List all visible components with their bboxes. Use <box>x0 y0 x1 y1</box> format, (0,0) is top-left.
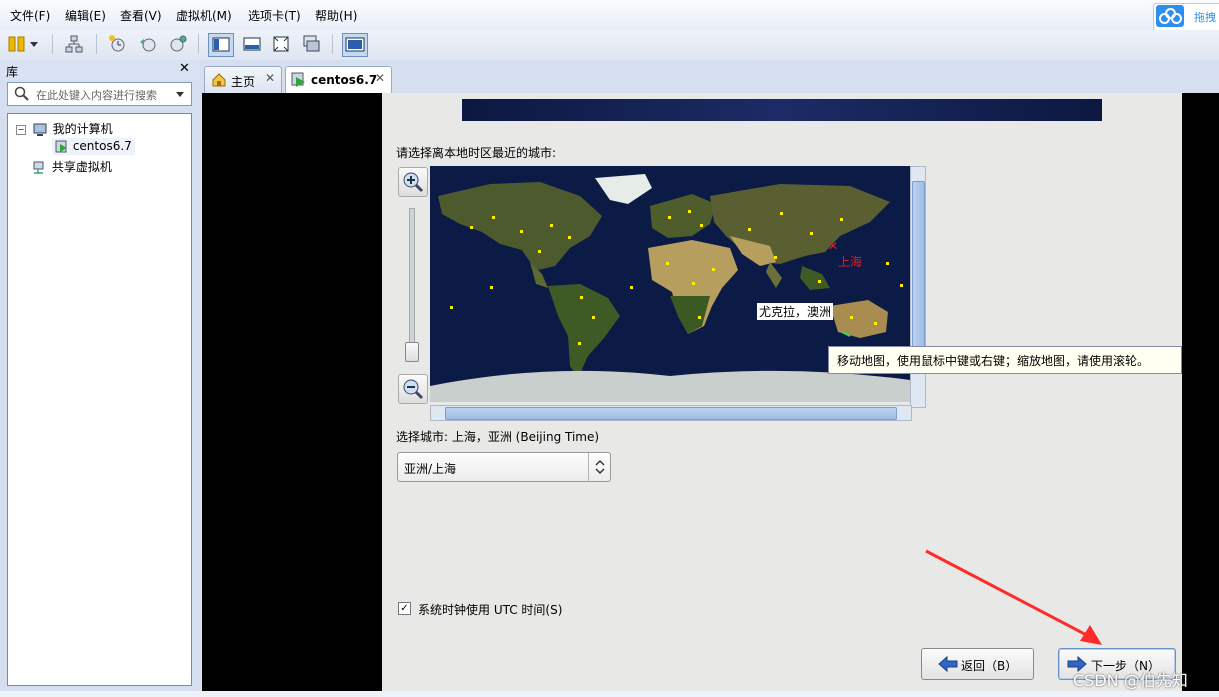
map-horizontal-scroll-thumb[interactable] <box>445 407 897 420</box>
installer-banner <box>462 99 1102 121</box>
menu-edit[interactable]: 编辑(E) <box>65 7 106 24</box>
snapshot-icon[interactable] <box>108 34 128 54</box>
thumbnail-view-icon[interactable] <box>342 33 368 57</box>
timezone-select[interactable]: 亚洲/上海 <box>397 452 611 482</box>
network-icon[interactable] <box>64 34 84 54</box>
tree-item-vm[interactable]: centos6.7 <box>52 138 135 155</box>
menu-tabs[interactable]: 选项卡(T) <box>248 7 301 24</box>
selected-city-marker-label: 上海 <box>838 255 863 269</box>
hover-city-label: 尤克拉，澳洲 <box>757 303 834 320</box>
toolbar <box>0 30 1219 61</box>
map-tooltip-text: 移动地图，使用鼠标中键或右键；缩放地图，请使用滚轮。 <box>837 354 1150 368</box>
tab-centos-label: centos6.7 <box>311 73 378 87</box>
zoom-out-button[interactable] <box>398 374 428 404</box>
zoom-slider-track[interactable] <box>409 208 415 360</box>
library-search-input[interactable]: 在此处键入内容进行搜索 <box>7 82 192 106</box>
tab-home-label: 主页 <box>231 75 256 89</box>
close-icon[interactable]: ✕ <box>375 71 385 85</box>
menu-view[interactable]: 查看(V) <box>120 7 162 24</box>
watermark: CSDN @伯先知 <box>1073 671 1188 690</box>
map-horizontal-scrollbar[interactable] <box>430 405 912 421</box>
collapse-icon[interactable]: − <box>16 124 26 135</box>
svg-text:✕: ✕ <box>828 239 838 253</box>
tree-item-my-computer[interactable]: − 我的计算机 <box>16 120 113 137</box>
zoom-out-icon <box>403 379 424 400</box>
select-arrows-icon <box>588 453 611 481</box>
shared-vm-icon <box>33 161 44 174</box>
menu-file[interactable]: 文件(F) <box>10 7 50 24</box>
tree-label-shared: 共享虚拟机 <box>51 160 112 174</box>
library-tree: − 我的计算机 centos6.7 共享虚拟机 <box>7 113 192 686</box>
tab-home[interactable]: 主页 ✕ <box>204 66 282 93</box>
annotation-arrow-icon <box>925 549 1102 645</box>
close-icon[interactable]: ✕ <box>179 61 190 76</box>
tab-centos[interactable]: centos6.7 ✕ <box>285 66 392 93</box>
fullscreen-view-icon[interactable] <box>242 34 262 54</box>
arrow-left-icon <box>938 655 958 673</box>
map-zoom-controls <box>397 166 429 406</box>
timezone-select-value: 亚洲/上海 <box>404 462 457 476</box>
utc-checkbox[interactable]: ✓ <box>398 602 411 615</box>
menu-vm[interactable]: 虚拟机(M) <box>176 7 232 24</box>
library-title: 库 <box>6 65 19 79</box>
timezone-prompt: 请选择离本地时区最近的城市: <box>396 146 557 160</box>
tree-label-my-computer: 我的计算机 <box>52 122 113 136</box>
cloud-drive-icon <box>1156 5 1184 27</box>
close-icon[interactable]: ✕ <box>265 71 275 85</box>
back-button-label: 返回（B） <box>961 659 1018 673</box>
menu-bar: 文件(F) 编辑(E) 查看(V) 虚拟机(M) 选项卡(T) 帮助(H) 拖拽 <box>0 0 1219 31</box>
fit-view-icon[interactable] <box>271 34 291 54</box>
zoom-slider-handle[interactable] <box>405 342 419 362</box>
search-icon <box>14 86 29 101</box>
selected-city-text: 选择城市: 上海，亚洲 (Beijing Time) <box>396 430 600 444</box>
vm-running-icon <box>55 140 67 152</box>
cloud-drive-label: 拖拽 <box>1194 11 1216 24</box>
vm-running-icon <box>291 72 305 87</box>
console-view-icon[interactable] <box>208 33 234 57</box>
utc-checkbox-label: 系统时钟使用 UTC 时间(S) <box>418 603 563 617</box>
pause-power-icon[interactable] <box>7 34 27 54</box>
search-placeholder: 在此处键入内容进行搜索 <box>36 89 157 102</box>
home-icon <box>212 73 226 87</box>
cloud-drive-button[interactable]: 拖拽 <box>1153 3 1219 31</box>
zoom-in-icon <box>403 172 424 193</box>
map-vertical-scroll-thumb[interactable] <box>912 181 925 373</box>
tree-item-shared[interactable]: 共享虚拟机 <box>32 158 112 175</box>
zoom-in-button[interactable] <box>398 167 428 197</box>
snapshot-manager-icon[interactable] <box>168 34 188 54</box>
tree-label-vm: centos6.7 <box>72 139 132 153</box>
revert-snapshot-icon[interactable] <box>138 34 158 54</box>
chevron-down-icon[interactable] <box>175 89 185 99</box>
status-bar <box>0 691 1219 697</box>
map-tooltip: 移动地图，使用鼠标中键或右键；缩放地图，请使用滚轮。 <box>828 346 1182 374</box>
dropdown-icon[interactable] <box>28 34 40 54</box>
library-header: 库 ✕ <box>0 60 200 80</box>
unity-view-icon[interactable] <box>301 34 321 54</box>
tab-bar: 主页 ✕ centos6.7 ✕ <box>200 60 1219 93</box>
menu-help[interactable]: 帮助(H) <box>315 7 357 24</box>
computer-icon <box>33 123 47 136</box>
